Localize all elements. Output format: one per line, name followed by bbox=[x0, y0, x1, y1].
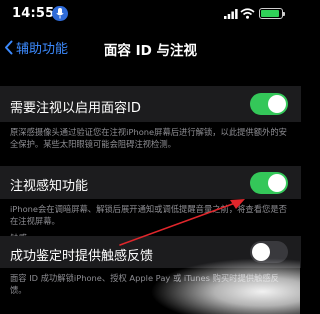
annotation-arrow bbox=[119, 199, 245, 246]
